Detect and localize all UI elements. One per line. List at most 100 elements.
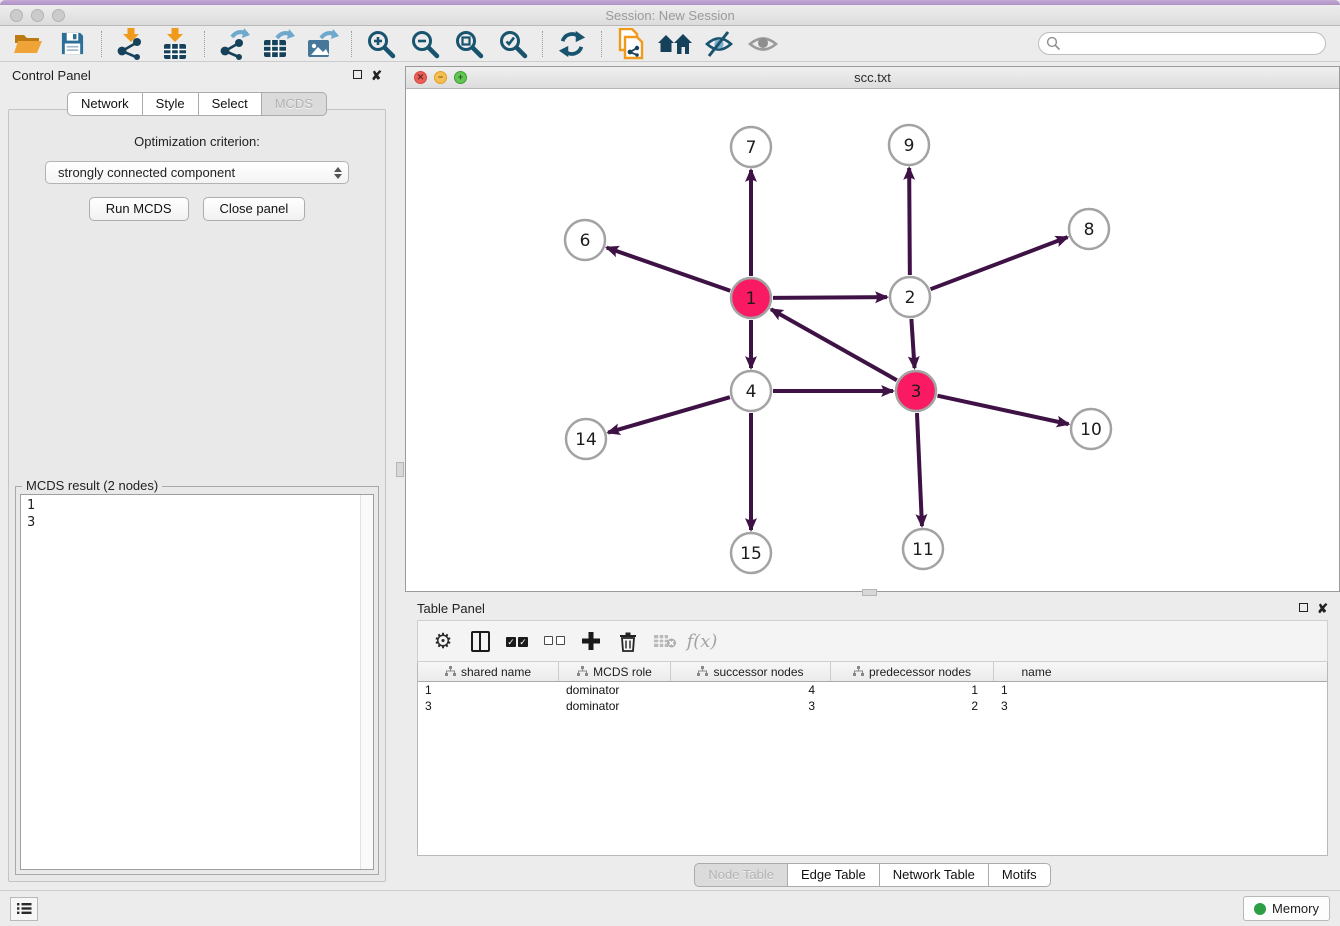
refresh-view-button[interactable]: [552, 28, 592, 60]
horizontal-splitter-handle[interactable]: [862, 589, 877, 596]
cell-mcds-role: dominator: [559, 682, 671, 698]
open-session-button[interactable]: [8, 28, 48, 60]
show-all-button[interactable]: [743, 28, 783, 60]
cell-successor-nodes: 4: [671, 682, 831, 698]
select-all-rows-button[interactable]: ✓✓: [502, 626, 532, 656]
graph-node-label: 3: [911, 382, 922, 402]
zoom-out-icon: [410, 29, 440, 59]
shared-column-icon: [697, 666, 708, 677]
column-header-mcds-role[interactable]: MCDS role: [559, 662, 671, 681]
save-session-button[interactable]: [52, 28, 92, 60]
network-maximize-button[interactable]: +: [454, 71, 467, 84]
graph-node-label: 6: [580, 231, 591, 251]
table-row[interactable]: 3 dominator 3 2 3: [418, 698, 1327, 714]
tab-select[interactable]: Select: [199, 92, 262, 116]
tab-mcds[interactable]: MCDS: [262, 92, 327, 116]
import-table-button[interactable]: [155, 28, 195, 60]
clone-network-button[interactable]: [611, 28, 651, 60]
save-icon: [60, 31, 85, 56]
node-table[interactable]: shared name MCDS role successor nodes pr…: [417, 662, 1328, 856]
float-panel-icon: [353, 70, 362, 79]
column-header-successor-nodes[interactable]: successor nodes: [671, 662, 831, 681]
mcds-result-groupbox: MCDS result (2 nodes) 1 3: [15, 486, 379, 875]
table-close-button[interactable]: ✘: [1317, 602, 1328, 615]
table-options-button[interactable]: ⚙: [428, 626, 458, 656]
mcds-panel-body: Optimization criterion: strongly connect…: [8, 109, 386, 882]
first-neighbors-icon: [657, 30, 693, 58]
graph-node-label: 15: [740, 544, 762, 564]
float-panel-button[interactable]: [353, 69, 362, 81]
graph-edge-4-14[interactable]: [608, 397, 730, 432]
graph-node-label: 4: [746, 382, 757, 402]
cell-predecessor-nodes: 1: [831, 682, 994, 698]
open-folder-icon: [13, 31, 43, 57]
tab-node-table[interactable]: Node Table: [694, 863, 788, 887]
traffic-lights: [10, 9, 65, 22]
vertical-splitter-handle[interactable]: [396, 462, 404, 477]
close-mcds-panel-button[interactable]: Close panel: [203, 197, 306, 221]
graph-edge-3-10[interactable]: [937, 396, 1068, 424]
graph-canvas[interactable]: 1234678910111415: [406, 89, 1339, 591]
result-scrollbar-track[interactable]: [360, 495, 373, 869]
column-header-name[interactable]: name: [994, 662, 1079, 681]
add-column-button[interactable]: [576, 626, 606, 656]
minimize-window-button[interactable]: [31, 9, 44, 22]
task-history-button[interactable]: [10, 897, 38, 921]
control-panel-title: Control Panel: [12, 68, 344, 83]
column-header-predecessor-nodes[interactable]: predecessor nodes: [831, 662, 994, 681]
zoom-out-button[interactable]: [405, 28, 445, 60]
zoom-fit-button[interactable]: [449, 28, 489, 60]
zoom-window-button[interactable]: [52, 9, 65, 22]
first-neighbors-button[interactable]: [655, 28, 695, 60]
delete-column-button[interactable]: [613, 626, 643, 656]
graph-edge-2-9[interactable]: [909, 168, 910, 275]
table-panel-header: Table Panel ✘: [417, 596, 1328, 620]
graph-node-label: 8: [1084, 220, 1095, 240]
column-visibility-button[interactable]: [465, 626, 495, 656]
cell-shared-name: 1: [418, 682, 559, 698]
import-network-icon: [115, 28, 147, 60]
tab-style[interactable]: Style: [143, 92, 199, 116]
network-close-button[interactable]: ✕: [414, 71, 427, 84]
status-bar: Memory: [0, 890, 1340, 926]
run-mcds-button[interactable]: Run MCDS: [89, 197, 189, 221]
mcds-result-textarea[interactable]: 1 3: [20, 494, 374, 870]
close-window-button[interactable]: [10, 9, 23, 22]
tab-motifs[interactable]: Motifs: [989, 863, 1051, 887]
close-panel-button[interactable]: ✘: [371, 69, 382, 82]
export-image-button[interactable]: [302, 28, 342, 60]
zoom-selected-button[interactable]: [493, 28, 533, 60]
tab-network[interactable]: Network: [67, 92, 143, 116]
function-icon: f(x): [687, 631, 718, 652]
network-window-titlebar[interactable]: ✕ − + scc.txt: [406, 67, 1339, 89]
hide-selected-button[interactable]: [699, 28, 739, 60]
plus-icon: [581, 631, 601, 651]
graph-edge-3-1[interactable]: [771, 309, 897, 380]
graph-edge-1-2[interactable]: [773, 297, 887, 298]
apply-function-button[interactable]: f(x): [687, 626, 717, 656]
import-network-button[interactable]: [111, 28, 151, 60]
graph-node-label: 10: [1080, 420, 1102, 440]
export-network-button[interactable]: [214, 28, 254, 60]
table-float-button[interactable]: [1299, 602, 1308, 614]
network-minimize-button[interactable]: −: [434, 71, 447, 84]
delete-table-button[interactable]: [650, 626, 680, 656]
graph-edge-2-8[interactable]: [931, 237, 1068, 289]
zoom-in-button[interactable]: [361, 28, 401, 60]
search-input[interactable]: [1038, 32, 1326, 55]
graph-edge-1-6[interactable]: [607, 248, 731, 291]
control-panel-tabs: Network Style Select MCDS: [0, 92, 394, 116]
toolbar-separator: [601, 31, 602, 57]
table-row[interactable]: 1 dominator 4 1 1: [418, 682, 1327, 698]
select-arrows-icon: [334, 167, 342, 179]
tab-edge-table[interactable]: Edge Table: [788, 863, 880, 887]
export-table-button[interactable]: [258, 28, 298, 60]
table-toolbar: ⚙ ✓✓: [417, 620, 1328, 662]
deselect-all-rows-button[interactable]: [539, 626, 569, 656]
graph-edge-3-11[interactable]: [917, 413, 922, 526]
criterion-select[interactable]: strongly connected component: [45, 161, 349, 184]
graph-edge-2-3[interactable]: [911, 319, 914, 368]
tab-network-table[interactable]: Network Table: [880, 863, 989, 887]
memory-button[interactable]: Memory: [1243, 896, 1330, 921]
column-header-shared-name[interactable]: shared name: [418, 662, 559, 681]
